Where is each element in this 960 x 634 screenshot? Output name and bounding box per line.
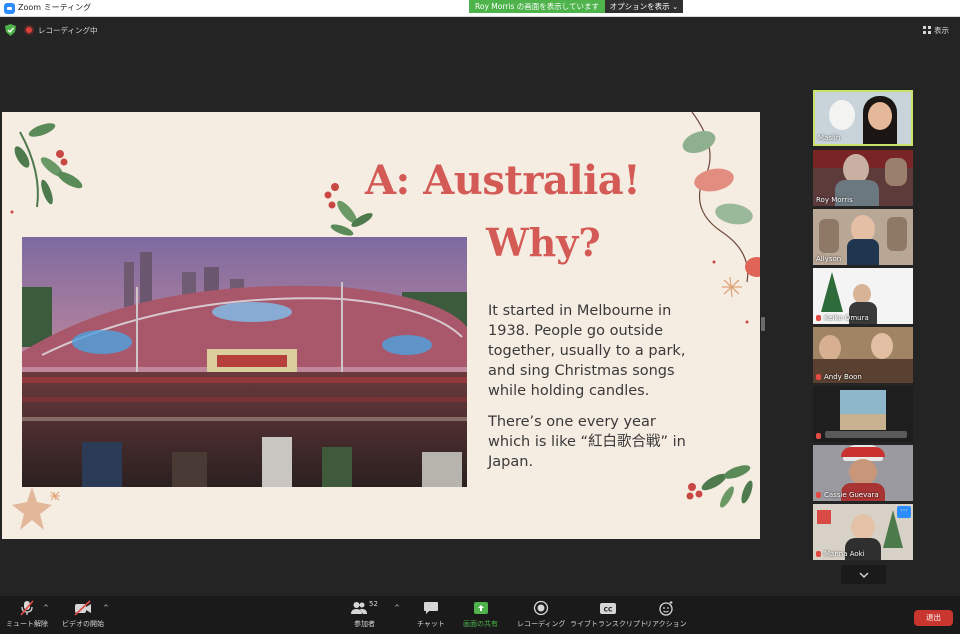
participant-name: Keiko Omura — [816, 314, 869, 322]
beach-sand — [840, 414, 886, 430]
video-options-chevron-icon[interactable]: ^ — [103, 604, 109, 612]
share-screen-button[interactable]: 画面の共有 — [463, 600, 498, 629]
muted-mic-icon — [816, 433, 821, 439]
recording-dot-icon — [24, 25, 34, 35]
chat-button[interactable]: チャット — [417, 600, 445, 629]
participant-name: Andy Boon — [816, 373, 862, 381]
closed-caption-icon: CC — [600, 603, 617, 614]
record-icon — [534, 600, 549, 616]
participants-options-chevron-icon[interactable]: ^ — [394, 604, 400, 612]
share-screen-label: 画面の共有 — [463, 620, 498, 628]
live-transcript-label: ライブトランスクリプト — [570, 620, 647, 628]
view-label: 表示 — [934, 25, 949, 35]
participant-tile-andy-boon[interactable]: Andy Boon — [813, 327, 913, 383]
cat-background — [819, 219, 839, 253]
svg-text:CC: CC — [604, 607, 613, 614]
smiley-face-icon — [659, 601, 673, 616]
start-video-button[interactable]: ビデオの開始 — [62, 600, 104, 629]
participant-face — [849, 459, 877, 485]
participant-tile-roy-morris[interactable]: Roy Morris — [813, 150, 913, 206]
muted-mic-icon — [816, 551, 821, 557]
unmute-label: ミュート解除 — [6, 620, 48, 628]
christmas-tree-icon — [821, 272, 843, 312]
shared-slide: A: Australia! Why? It started in Melbour… — [2, 112, 760, 539]
record-button[interactable]: レコーディング — [517, 600, 566, 629]
muted-microphone-icon — [20, 600, 34, 616]
slide-paragraph-2: There’s one every year which is like “紅白… — [488, 414, 686, 470]
participant-name: Allyson — [816, 255, 842, 263]
recording-indicator[interactable]: レコーディング中 — [24, 23, 97, 37]
chat-label: チャット — [417, 620, 445, 628]
participant-tile-keiko-omura[interactable]: Keiko Omura — [813, 268, 913, 324]
participant-face — [851, 514, 875, 540]
unmute-button[interactable]: ミュート解除 — [6, 600, 48, 629]
participant-name: Maslin — [818, 134, 841, 142]
participant-face — [871, 333, 893, 359]
participant-name: Cassie Guevara — [816, 491, 879, 499]
participant-tile-allyson[interactable]: Allyson — [813, 209, 913, 265]
slide-title: A: Australia! — [365, 157, 641, 204]
share-screen-icon — [473, 602, 488, 614]
gallery-next-button[interactable] — [841, 565, 886, 584]
recording-label: レコーディング中 — [38, 25, 98, 35]
participant-name-text: Cassie Guevara — [824, 491, 879, 499]
chevron-down-icon — [859, 572, 868, 578]
start-video-label: ビデオの開始 — [62, 620, 104, 628]
participant-face — [853, 284, 871, 304]
view-options-label: オプションを表示 — [609, 2, 670, 11]
chevron-down-icon: ⌄ — [672, 2, 679, 11]
cat-background — [885, 158, 907, 186]
people-icon — [351, 602, 367, 614]
leave-meeting-button[interactable]: 退出 — [914, 610, 953, 626]
zoom-logo-icon — [4, 3, 15, 14]
muted-mic-icon — [816, 315, 821, 321]
slide-paragraph-1: It started in Melbourne in 1938. People … — [488, 303, 686, 399]
participant-video — [847, 239, 879, 265]
muted-mic-icon — [816, 374, 821, 380]
participant-name-text: Keiko Omura — [824, 314, 869, 322]
participant-tile-cassie-guevara[interactable]: Cassie Guevara — [813, 445, 913, 501]
participant-name: Manna Aoki — [816, 550, 865, 558]
participant-name-text: Manna Aoki — [824, 550, 865, 558]
concert-photo — [22, 237, 467, 487]
reactions-button[interactable]: リアクション — [645, 600, 687, 629]
view-options-button[interactable]: オプションを表示 ⌄ — [605, 0, 683, 13]
cat-background — [887, 217, 907, 251]
window-title: Zoom ミーティング — [18, 3, 92, 12]
view-button[interactable]: 表示 — [923, 23, 949, 37]
participant-tile-manna-aoki[interactable]: ··· Manna Aoki — [813, 504, 913, 560]
resize-handle[interactable] — [761, 317, 765, 331]
dog-background — [829, 100, 855, 130]
video-off-icon — [74, 600, 91, 616]
participants-count: 52 — [369, 600, 378, 608]
reactions-label: リアクション — [645, 620, 687, 628]
chat-bubble-icon — [423, 602, 438, 614]
record-label: レコーディング — [517, 620, 566, 628]
santa-hat-band — [841, 447, 885, 457]
participants-button[interactable]: 52 参加者 — [351, 600, 378, 629]
meeting-toolbar: ミュート解除 ^ ビデオの開始 ^ 52 参加者 ^ チャット 画面の共有 レコ… — [0, 596, 960, 634]
participant-name — [816, 432, 824, 440]
live-transcript-button[interactable]: CC ライブトランスクリプト — [570, 600, 647, 629]
audio-options-chevron-icon[interactable]: ^ — [43, 604, 49, 612]
slide-subtitle: Why? — [486, 220, 601, 265]
participant-face — [868, 102, 892, 130]
participant-name: Roy Morris — [816, 196, 853, 204]
participant-name-text: Andy Boon — [824, 373, 862, 381]
more-options-icon[interactable]: ··· — [897, 506, 911, 518]
screen-share-banner: Roy Morris の画面を表示しています — [469, 0, 605, 13]
muted-mic-icon — [816, 492, 821, 498]
participant-name-redacted — [825, 431, 907, 438]
participants-label: 参加者 — [353, 620, 375, 628]
participant-tile-unnamed[interactable] — [813, 386, 913, 442]
participant-face — [819, 335, 841, 361]
heart-decoration-icon — [817, 510, 831, 524]
security-shield-icon[interactable] — [5, 24, 16, 36]
participant-tile-maslin[interactable]: Maslin — [813, 90, 913, 146]
participant-name-text: Roy Morris — [816, 196, 853, 204]
grid-icon — [923, 26, 931, 34]
participants-icon-row: 52 — [351, 600, 378, 619]
